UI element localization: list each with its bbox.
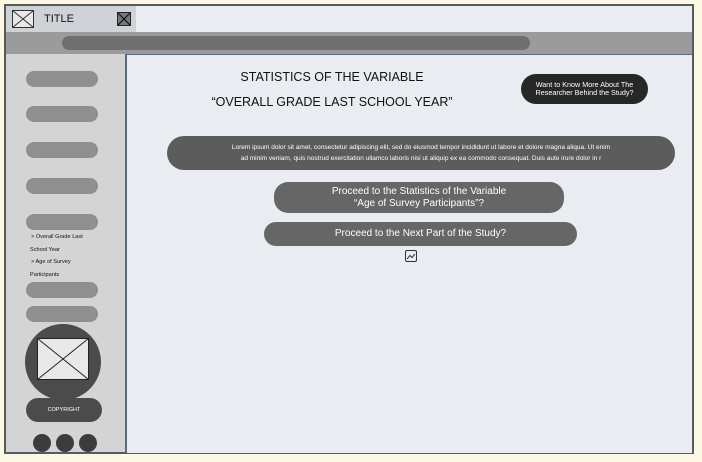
page-title-line1: STATISTICS OF THE VARIABLE (240, 70, 424, 84)
proceed-stats-button[interactable]: Proceed to the Statistics of the Variabl… (274, 182, 564, 213)
address-bar (6, 32, 692, 54)
sidebar-button-2[interactable] (26, 106, 98, 122)
social-dot-1[interactable] (33, 434, 51, 452)
sidebar-nav-item-age[interactable]: > Age of Survey (31, 256, 111, 269)
url-input[interactable] (62, 36, 530, 50)
social-dot-3[interactable] (79, 434, 97, 452)
tab-title: TITLE (44, 13, 74, 25)
proceed-stats-label-line2: “Age of Survey Participants”? (353, 197, 485, 209)
researcher-button[interactable]: Want to Know More About The Researcher B… (521, 74, 648, 104)
description-line2: ad minim veniam, quis nostrud exercitati… (240, 155, 602, 162)
close-icon[interactable] (117, 12, 131, 26)
proceed-next-button[interactable]: Proceed to the Next Part of the Study? (264, 222, 577, 246)
sidebar-button-7[interactable] (26, 306, 98, 322)
sidebar-button-1[interactable] (26, 71, 98, 87)
image-placeholder-icon (37, 338, 89, 380)
sidebar-nav-item-grade[interactable]: > Overall Grade Last (31, 231, 111, 244)
main-content: STATISTICS OF THE VARIABLE “OVERALL GRAD… (127, 54, 692, 453)
browser-tab[interactable]: TITLE (6, 6, 136, 32)
page-title-line2: “OVERALL GRADE LAST SCHOOL YEAR” (211, 95, 453, 109)
image-icon[interactable] (405, 249, 417, 262)
sidebar-button-6[interactable] (26, 282, 98, 298)
sidebar-button-5[interactable] (26, 214, 98, 230)
sidebar-nav-item-grade-cont[interactable]: School Year (30, 244, 111, 257)
sidebar: > Overall Grade Last School Year > Age o… (6, 54, 127, 452)
copyright-button[interactable]: COPYRIGHT (26, 398, 102, 422)
browser-window: TITLE > Overall Grade Last School Year >… (4, 4, 694, 454)
sidebar-button-4[interactable] (26, 178, 98, 194)
image-placeholder-icon (12, 10, 34, 28)
description-line1: Lorem ipsum dolor sit amet, consectetur … (231, 144, 611, 151)
proceed-stats-label-line1: Proceed to the Statistics of the Variabl… (331, 185, 507, 197)
sidebar-nav-item-age-cont[interactable]: Participants (30, 269, 111, 282)
sidebar-button-3[interactable] (26, 142, 98, 158)
social-dot-2[interactable] (56, 434, 74, 452)
avatar (25, 324, 101, 400)
description-banner: Lorem ipsum dolor sit amet, consectetur … (167, 136, 675, 170)
sidebar-nav-list: > Overall Grade Last School Year > Age o… (30, 231, 111, 282)
